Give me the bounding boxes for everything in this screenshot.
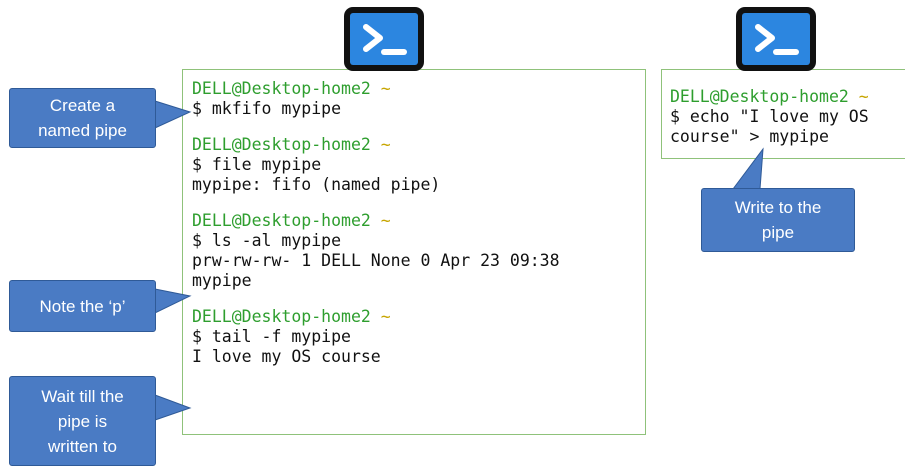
terminal-block-2: DELL@Desktop-home2 ~ $ file mypipe mypip… bbox=[192, 135, 645, 195]
terminal-block-4: DELL@Desktop-home2 ~ $ tail -f mypipe I … bbox=[192, 307, 645, 367]
command-line: $ echo "I love my OS bbox=[670, 107, 869, 126]
prompt-line: DELL@Desktop-home2 ~ bbox=[192, 211, 645, 231]
callout-line: pipe bbox=[761, 223, 795, 242]
callout-write-pipe: Write to the pipe bbox=[701, 188, 855, 252]
output-line: mypipe: fifo (named pipe) bbox=[192, 175, 441, 194]
callout-line: Write to the bbox=[734, 198, 822, 217]
prompt-user: DELL@Desktop-home2 bbox=[670, 87, 849, 106]
output-line: I love my OS course bbox=[192, 347, 381, 366]
terminal-window-right: DELL@Desktop-home2 ~ $ echo "I love my O… bbox=[661, 69, 905, 159]
prompt-line: DELL@Desktop-home2 ~ bbox=[192, 135, 645, 155]
prompt-user: DELL@Desktop-home2 bbox=[192, 79, 371, 98]
output-line: prw-rw-rw- 1 DELL None 0 Apr 23 09:38 bbox=[192, 251, 560, 270]
prompt-tilde: ~ bbox=[380, 79, 391, 98]
prompt-tilde: ~ bbox=[858, 87, 869, 106]
callout-create-named-pipe: Create a named pipe bbox=[9, 88, 156, 148]
prompt-line: DELL@Desktop-home2 ~ bbox=[192, 79, 645, 99]
callout-line: Note the ‘p’ bbox=[39, 296, 126, 316]
prompt-tilde: ~ bbox=[380, 307, 391, 326]
callout-line: Wait till the bbox=[41, 386, 124, 406]
prompt-user: DELL@Desktop-home2 bbox=[192, 135, 371, 154]
terminal-window-left: DELL@Desktop-home2 ~ $ mkfifo mypipe DEL… bbox=[182, 69, 646, 435]
prompt-user: DELL@Desktop-home2 bbox=[192, 211, 371, 230]
command-line: $ mkfifo mypipe bbox=[192, 99, 342, 118]
callout-line: named pipe bbox=[38, 121, 127, 140]
terminal-block-1: DELL@Desktop-home2 ~ $ mkfifo mypipe bbox=[192, 79, 645, 119]
callout-line: pipe is bbox=[57, 411, 108, 431]
terminal-icon bbox=[736, 7, 816, 71]
callout-line: written to bbox=[48, 436, 117, 456]
prompt-tilde: ~ bbox=[380, 211, 391, 230]
callout-line: Create a bbox=[49, 96, 116, 115]
terminal-icon bbox=[344, 7, 424, 71]
callout-wait-pipe: Wait till the pipe is written to bbox=[9, 376, 156, 466]
command-line-continued: course" > mypipe bbox=[670, 127, 829, 146]
terminal-block-3: DELL@Desktop-home2 ~ $ ls -al mypipe prw… bbox=[192, 211, 645, 291]
callout-note-p: Note the ‘p’ bbox=[9, 280, 156, 332]
prompt-line: DELL@Desktop-home2 ~ bbox=[670, 87, 905, 107]
prompt-line: DELL@Desktop-home2 ~ bbox=[192, 307, 645, 327]
prompt-user: DELL@Desktop-home2 bbox=[192, 307, 371, 326]
command-line: $ file mypipe bbox=[192, 155, 322, 174]
prompt-tilde: ~ bbox=[380, 135, 391, 154]
command-line: $ ls -al mypipe bbox=[192, 231, 342, 250]
output-line: mypipe bbox=[192, 271, 252, 290]
command-line: $ tail -f mypipe bbox=[192, 327, 351, 346]
